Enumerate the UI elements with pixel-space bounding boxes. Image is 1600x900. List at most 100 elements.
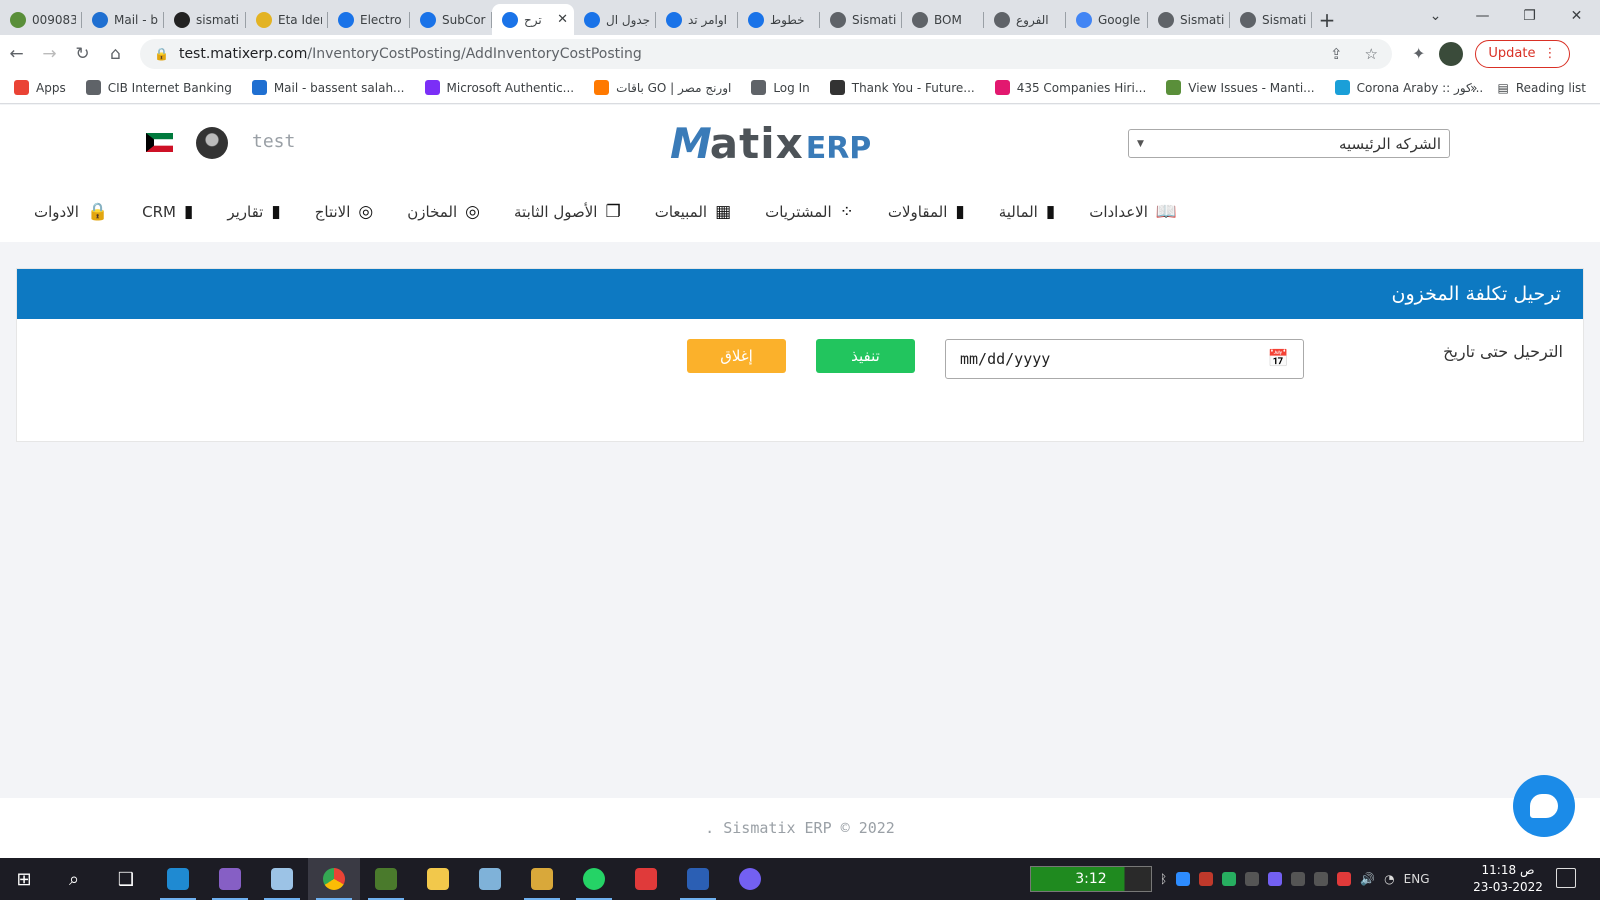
- lock-icon[interactable]: 🔒: [154, 47, 169, 61]
- nav-item[interactable]: ▮ المالية: [999, 202, 1055, 222]
- extensions-icon[interactable]: ✦: [1412, 44, 1425, 63]
- more-bookmarks-button[interactable]: »: [1470, 81, 1477, 95]
- bookmark-star-icon[interactable]: ☆: [1365, 45, 1378, 63]
- wifi-icon[interactable]: ◔: [1384, 872, 1394, 886]
- browser-tab[interactable]: Sismati: [820, 4, 902, 35]
- user-avatar[interactable]: [196, 127, 228, 159]
- battery-icon[interactable]: [1314, 872, 1329, 886]
- nav-item[interactable]: ⁘ المشتريات: [765, 202, 854, 222]
- whatsapp-icon[interactable]: [568, 858, 620, 900]
- browser-tab[interactable]: Eta Iden: [246, 4, 328, 35]
- bookmark-item[interactable]: 435 Companies Hiri...: [994, 80, 1146, 95]
- sync-icon[interactable]: [1222, 872, 1237, 886]
- zoom-icon[interactable]: [1176, 872, 1191, 886]
- new-tab-button[interactable]: +: [1312, 4, 1342, 35]
- visual-studio-icon[interactable]: [204, 858, 256, 900]
- task-view-icon[interactable]: ❑: [100, 858, 152, 900]
- viber-icon[interactable]: [724, 858, 776, 900]
- nav-item[interactable]: ◎ الانتاج: [315, 202, 374, 222]
- volume-icon[interactable]: 🔊: [1360, 872, 1375, 886]
- browser-tab[interactable]: Electro: [328, 4, 410, 35]
- calendar-icon[interactable]: 📅: [1268, 349, 1289, 369]
- calculator-icon[interactable]: [256, 858, 308, 900]
- tools-icon[interactable]: [516, 858, 568, 900]
- posting-date-input[interactable]: mm/dd/yyyy 📅: [945, 339, 1304, 379]
- bookmark-item[interactable]: Corona Araby :: كور...: [1334, 80, 1483, 95]
- nav-item[interactable]: ▮ CRM: [142, 202, 193, 222]
- tab-search-icon[interactable]: ⌄: [1412, 0, 1459, 32]
- browser-tab[interactable]: خطوط: [738, 4, 820, 35]
- company-select[interactable]: الشركه الرئيسيه ▼: [1128, 129, 1450, 158]
- nav-item[interactable]: ▦ المبيعات: [655, 202, 731, 222]
- nav-item[interactable]: 🔒 الادوات: [34, 202, 108, 222]
- execute-button[interactable]: تنفيذ: [816, 339, 915, 373]
- profile-avatar[interactable]: [1439, 41, 1464, 66]
- nav-item[interactable]: ▮ تقارير: [227, 202, 280, 222]
- back-icon[interactable]: ←: [0, 44, 33, 64]
- url-text: test.matixerp.com/InventoryCostPosting/A…: [179, 46, 642, 62]
- browser-tab[interactable]: sismati: [164, 4, 246, 35]
- anydesk-tray-icon[interactable]: [1337, 872, 1352, 886]
- matix-erp-logo[interactable]: Matix ERP: [670, 119, 871, 168]
- bookmark-item[interactable]: View Issues - Manti...: [1166, 80, 1315, 95]
- address-bar[interactable]: 🔒 test.matixerp.com/InventoryCostPosting…: [140, 38, 1392, 69]
- update-button[interactable]: Update ⋮: [1475, 39, 1570, 68]
- browser-tab[interactable]: SubCor: [410, 4, 492, 35]
- search-icon[interactable]: ⌕: [48, 858, 100, 900]
- browser-tab[interactable]: Sismati: [1230, 4, 1312, 35]
- nav-item[interactable]: ◎ المخازن: [407, 202, 480, 222]
- bluetooth-icon[interactable]: ᛒ: [1160, 872, 1167, 886]
- chrome-icon[interactable]: [308, 858, 360, 900]
- home-icon[interactable]: ⌂: [99, 44, 132, 64]
- browser-tab[interactable]: 009083: [0, 4, 82, 35]
- inventory-cost-posting-panel: ترحيل تكلفة المخزون الترحيل حتى تاريخ mm…: [16, 268, 1584, 442]
- chat-button[interactable]: [1513, 775, 1575, 837]
- word-icon[interactable]: [672, 858, 724, 900]
- bookmark-item[interactable]: Apps: [14, 80, 66, 95]
- reload-icon[interactable]: ↻: [66, 44, 99, 64]
- username[interactable]: test: [252, 131, 295, 152]
- bookmark-item[interactable]: Thank You - Future...: [829, 80, 975, 95]
- browser-tab[interactable]: ترح ✕: [492, 4, 574, 35]
- viber-tray-icon[interactable]: [1268, 872, 1283, 886]
- reading-list-button[interactable]: ▤ Reading list: [1498, 81, 1587, 95]
- windows-start-icon[interactable]: ⊞: [0, 869, 48, 890]
- anydesk-icon[interactable]: [620, 858, 672, 900]
- bookmark-item[interactable]: CIB Internet Banking: [85, 80, 232, 95]
- browser-tab[interactable]: BOM: [902, 4, 984, 35]
- notification-icon[interactable]: [1556, 868, 1576, 888]
- browser-tab[interactable]: الفروع: [984, 4, 1066, 35]
- browser-tab[interactable]: Mail - b: [82, 4, 164, 35]
- close-tab-icon[interactable]: ✕: [557, 12, 568, 27]
- browser-tab[interactable]: اوامر تد: [656, 4, 738, 35]
- browser-tab[interactable]: Sismati: [1148, 4, 1230, 35]
- browser-tab[interactable]: Google: [1066, 4, 1148, 35]
- close-button[interactable]: إغلاق: [687, 339, 786, 373]
- minimize-icon[interactable]: —: [1459, 0, 1506, 32]
- kuwait-flag-icon[interactable]: [146, 133, 173, 152]
- bookmark-item[interactable]: Mail - bassent salah...: [251, 80, 405, 95]
- taskbar-clock[interactable]: 11:18 ص 23-03-2022: [1468, 862, 1548, 896]
- vscode-icon[interactable]: [152, 858, 204, 900]
- network-adapter-icon[interactable]: [1291, 872, 1306, 886]
- nav-item[interactable]: ❐ الأصول الثابتة: [514, 202, 621, 222]
- tab-label: اوامر تد: [688, 12, 727, 27]
- timer-widget[interactable]: 3:12: [1030, 866, 1152, 892]
- bookmark-item[interactable]: Log In: [751, 80, 810, 95]
- app-icon[interactable]: [360, 858, 412, 900]
- browser-tab[interactable]: جدول ال: [574, 4, 656, 35]
- nav-item[interactable]: ▮ المقاولات: [888, 202, 965, 222]
- forward-icon[interactable]: →: [33, 44, 66, 64]
- notepad-icon[interactable]: [464, 858, 516, 900]
- security-icon[interactable]: [1199, 872, 1214, 886]
- display-icon[interactable]: [1245, 872, 1260, 886]
- maximize-icon[interactable]: ❐: [1506, 0, 1553, 32]
- nav-item[interactable]: 📖 الاعدادات: [1089, 202, 1177, 222]
- close-window-icon[interactable]: ✕: [1553, 0, 1600, 32]
- file-explorer-icon[interactable]: [412, 858, 464, 900]
- bookmark-item[interactable]: باقات GO | اورنج مصر: [594, 80, 731, 95]
- file-check-icon: ▮: [955, 201, 965, 222]
- share-icon[interactable]: ⇪: [1330, 45, 1343, 63]
- language-indicator[interactable]: ENG: [1404, 872, 1430, 886]
- bookmark-item[interactable]: Microsoft Authentic...: [424, 80, 574, 95]
